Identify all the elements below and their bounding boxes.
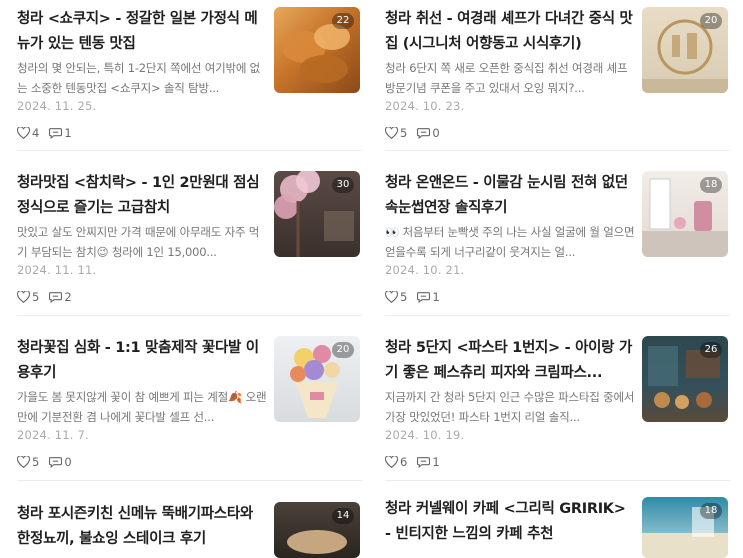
post-date: 2024. 11. 11. bbox=[17, 263, 97, 277]
like-count: 5 bbox=[32, 455, 40, 469]
post-title[interactable]: 청라 온앤온드 - 이물감 눈시림 전혀 없던 속눈썹연장 솔직후기 bbox=[385, 171, 635, 221]
post-stats: 5 0 bbox=[385, 126, 450, 140]
post-stats: 4 1 bbox=[17, 126, 82, 140]
comment-count: 0 bbox=[432, 126, 440, 140]
like-button[interactable]: 4 bbox=[17, 126, 39, 140]
post-thumbnail[interactable]: 30 bbox=[274, 171, 360, 257]
post-date: 2024. 11. 7. bbox=[17, 428, 89, 442]
row-divider bbox=[385, 480, 730, 481]
post-excerpt: 지금까지 간 청라 5단지 인근 수많은 파스타집 중에서 가장 맛있었던! 파… bbox=[385, 390, 635, 424]
heart-icon bbox=[385, 456, 398, 468]
heart-icon bbox=[17, 456, 30, 468]
photo-count-badge: 18 bbox=[700, 503, 722, 519]
row-divider bbox=[17, 315, 362, 316]
comment-bubble-icon bbox=[49, 128, 63, 139]
like-button[interactable]: 5 bbox=[17, 290, 39, 304]
comment-bubble-icon bbox=[417, 128, 431, 139]
comment-button[interactable]: 1 bbox=[49, 126, 72, 140]
post-date: 2024. 10. 19. bbox=[385, 428, 465, 442]
post-stats: 5 1 bbox=[385, 290, 450, 304]
comment-bubble-icon bbox=[417, 457, 431, 468]
row-divider bbox=[385, 315, 730, 316]
comment-bubble-icon bbox=[49, 292, 63, 303]
like-count: 5 bbox=[32, 290, 40, 304]
photo-count-badge: 20 bbox=[332, 342, 354, 358]
post-excerpt: 맛있고 살도 안찌지만 가격 때문에 아무래도 자주 먹기 부담되는 참치😉 청… bbox=[17, 225, 260, 259]
comment-count: 1 bbox=[432, 455, 440, 469]
post-stats: 5 0 bbox=[17, 455, 82, 469]
post-thumbnail[interactable]: 26 bbox=[642, 336, 728, 422]
post-title[interactable]: 청라 커넬웨이 카페 <그리릭 GRIRIK> - 빈티지한 느낌의 카페 추천 bbox=[385, 497, 635, 547]
like-button[interactable]: 6 bbox=[385, 455, 407, 469]
heart-icon bbox=[17, 291, 30, 303]
heart-icon bbox=[385, 291, 398, 303]
comment-button[interactable]: 0 bbox=[417, 126, 440, 140]
comment-count: 2 bbox=[64, 290, 72, 304]
post-excerpt: 👀 처음부터 눈빡샛 주의 나는 사실 얼굴에 월 얼으면 얻을수록 되게 너구… bbox=[385, 225, 635, 259]
comment-count: 0 bbox=[64, 455, 72, 469]
post-excerpt: 청라 6단지 쪽 새로 오픈한 중식집 취선 여경래 셰프 방문기념 쿠폰을 주… bbox=[385, 61, 628, 95]
row-divider bbox=[17, 480, 362, 481]
post-excerpt: 청라의 몇 안되는, 특히 1-2단지 쪽에선 여기밖에 없는 소중한 텐동맛집… bbox=[17, 61, 261, 95]
post-title[interactable]: 청라 5단지 <파스타 1번지> - 아이랑 가기 좋은 페스츄리 피자와 크림… bbox=[385, 336, 635, 386]
post-title[interactable]: 청라 포시즌키친 신메뉴 뚝배기파스타와 한정뇨끼, 불쇼잉 스테이크 후기 bbox=[17, 502, 267, 552]
post-thumbnail[interactable]: 18 bbox=[642, 171, 728, 257]
comment-count: 1 bbox=[432, 290, 440, 304]
photo-count-badge: 26 bbox=[700, 342, 722, 358]
comment-bubble-icon bbox=[49, 457, 63, 468]
comment-button[interactable]: 0 bbox=[49, 455, 72, 469]
post-stats: 5 2 bbox=[17, 290, 82, 304]
post-thumbnail[interactable]: 14 bbox=[274, 502, 360, 558]
photo-count-badge: 14 bbox=[332, 508, 354, 524]
like-count: 5 bbox=[400, 290, 408, 304]
post-date: 2024. 10. 23. bbox=[385, 99, 465, 113]
comment-button[interactable]: 1 bbox=[417, 290, 440, 304]
post-title[interactable]: 청라맛집 <참치락> - 1인 2만원대 점심 정식으로 즐기는 고급참치 bbox=[17, 171, 267, 221]
post-thumbnail[interactable]: 20 bbox=[274, 336, 360, 422]
post-title[interactable]: 청라 취선 - 여경래 셰프가 다녀간 중식 맛집 (시그니처 어향동고 시식후… bbox=[385, 7, 635, 57]
post-date: 2024. 11. 25. bbox=[17, 99, 97, 113]
heart-icon bbox=[17, 127, 30, 139]
post-title[interactable]: 청라꽃집 심화 - 1:1 맞춤제작 꽃다발 이용후기 bbox=[17, 336, 267, 386]
post-grid: 청라 <쇼쿠지> - 정갈한 일본 가정식 메뉴가 있는 텐동 맛집 청라의 몇… bbox=[0, 0, 743, 558]
like-button[interactable]: 5 bbox=[17, 455, 39, 469]
photo-count-badge: 22 bbox=[332, 13, 354, 29]
post-thumbnail[interactable]: 22 bbox=[274, 7, 360, 93]
post-thumbnail[interactable]: 18 bbox=[642, 497, 728, 558]
comment-button[interactable]: 1 bbox=[417, 455, 440, 469]
post-date: 2024. 10. 21. bbox=[385, 263, 465, 277]
comment-bubble-icon bbox=[417, 292, 431, 303]
row-divider bbox=[385, 150, 730, 151]
comment-button[interactable]: 2 bbox=[49, 290, 72, 304]
post-stats: 6 1 bbox=[385, 455, 450, 469]
post-title[interactable]: 청라 <쇼쿠지> - 정갈한 일본 가정식 메뉴가 있는 텐동 맛집 bbox=[17, 7, 267, 57]
like-count: 6 bbox=[400, 455, 408, 469]
post-excerpt: 가을도 봄 못지않게 꽃이 참 예쁘게 피는 계절🍂 오랜만에 기분전환 겸 나… bbox=[17, 390, 267, 424]
heart-icon bbox=[385, 127, 398, 139]
post-thumbnail[interactable]: 20 bbox=[642, 7, 728, 93]
comment-count: 1 bbox=[64, 126, 72, 140]
like-count: 5 bbox=[400, 126, 408, 140]
like-button[interactable]: 5 bbox=[385, 290, 407, 304]
like-button[interactable]: 5 bbox=[385, 126, 407, 140]
photo-count-badge: 18 bbox=[700, 177, 722, 193]
photo-count-badge: 30 bbox=[332, 177, 354, 193]
photo-count-badge: 20 bbox=[700, 13, 722, 29]
like-count: 4 bbox=[32, 126, 40, 140]
row-divider bbox=[17, 150, 362, 151]
